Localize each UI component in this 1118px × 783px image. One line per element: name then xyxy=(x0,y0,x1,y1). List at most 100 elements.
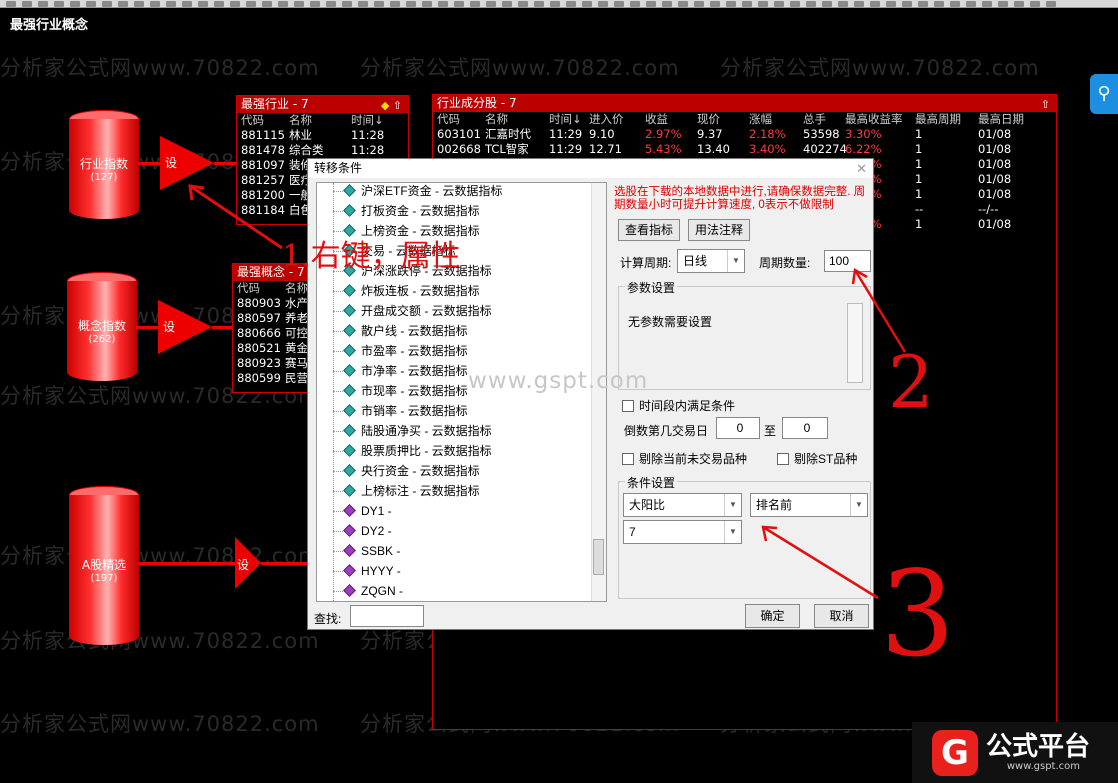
toolbar-icon[interactable] xyxy=(982,0,992,7)
toolbar-icon[interactable] xyxy=(54,0,64,7)
tree-item[interactable]: 央行资金 - 云数据指标 xyxy=(317,461,593,481)
toolbar-icon[interactable] xyxy=(614,0,624,7)
toolbar-icon[interactable] xyxy=(646,0,656,7)
toolbar-icon[interactable] xyxy=(470,0,480,7)
col-header[interactable]: 现价 xyxy=(697,112,720,127)
toolbar-icon[interactable] xyxy=(550,0,560,7)
col-header[interactable]: 最高日期 xyxy=(978,112,1024,127)
tree-item[interactable]: 上榜标注 - 云数据指标 xyxy=(317,481,593,501)
toolbar-icon[interactable] xyxy=(326,0,336,7)
toolbar-icon[interactable] xyxy=(294,0,304,7)
cancel-button[interactable]: 取消 xyxy=(814,604,869,628)
col-header[interactable]: 最高收益率 xyxy=(845,112,903,127)
panel-expand-icon[interactable]: ⇧ xyxy=(1041,96,1050,113)
toolbar-icon[interactable] xyxy=(934,0,944,7)
chevron-down-icon[interactable]: ▼ xyxy=(850,494,867,516)
toolbar-icon[interactable] xyxy=(118,0,128,7)
exclude-untraded-checkbox[interactable]: 剔除当前未交易品种 xyxy=(622,450,747,467)
toolbar-icon[interactable] xyxy=(102,0,112,7)
table-row[interactable]: 880599 民营 xyxy=(233,371,307,386)
toolbar-icon[interactable] xyxy=(406,0,416,7)
col-header[interactable]: 代码 xyxy=(241,113,264,128)
toolbar-icon[interactable] xyxy=(806,0,816,7)
node-a-share-selection[interactable]: A股精选 (197) xyxy=(69,486,139,645)
col-header[interactable]: 代码 xyxy=(237,281,260,296)
toolbar-icon[interactable] xyxy=(918,0,928,7)
col-header[interactable]: 总手 xyxy=(803,112,826,127)
toolbar-icon[interactable] xyxy=(342,0,352,7)
params-scrollbar[interactable] xyxy=(847,303,863,383)
toolbar-icon[interactable] xyxy=(966,0,976,7)
toolbar-icon[interactable] xyxy=(86,0,96,7)
concept-panel[interactable]: 最强概念 - 7 代码 名称 880903 水产 880597 养老 880666 可控 8… xyxy=(232,263,308,393)
table-row[interactable]: 880903 水产 xyxy=(233,296,307,311)
toolbar-icon[interactable] xyxy=(710,0,720,7)
ok-button[interactable]: 确定 xyxy=(745,604,800,628)
view-indicator-button[interactable]: 查看指标 xyxy=(618,219,680,241)
toolbar-icon[interactable] xyxy=(1046,0,1056,7)
toolbar-icon[interactable] xyxy=(694,0,704,7)
toolbar-icon[interactable] xyxy=(278,0,288,7)
toolbar-icon[interactable] xyxy=(630,0,640,7)
table-row[interactable]: 603101 汇嘉时代 11:29 9.10 2.97% 9.37 2.18% 53598 3.… xyxy=(433,127,1056,142)
toolbar-icon[interactable] xyxy=(374,0,384,7)
condition-field-select[interactable]: 大阳比 ▼ xyxy=(623,493,742,517)
col-header[interactable]: 涨幅 xyxy=(749,112,772,127)
tree-item[interactable]: SSBK - xyxy=(317,541,593,561)
tree-item[interactable]: 股票质押比 - 云数据指标 xyxy=(317,441,593,461)
chevron-down-icon[interactable]: ▼ xyxy=(724,494,741,516)
tree-item[interactable]: 陆股通净买 - 云数据指标 xyxy=(317,421,593,441)
toolbar-icon[interactable] xyxy=(790,0,800,7)
toolbar-icon[interactable] xyxy=(1014,0,1024,7)
toolbar-icon[interactable] xyxy=(902,0,912,7)
table-row[interactable]: 880597 养老 xyxy=(233,311,307,326)
col-header[interactable]: 收益 xyxy=(645,112,668,127)
chevron-down-icon[interactable]: ▼ xyxy=(727,250,744,272)
tree-item[interactable]: 沪深ETF资金 - 云数据指标 xyxy=(317,183,593,201)
toolbar-icon[interactable] xyxy=(582,0,592,7)
node-industry-index[interactable]: 行业指数 (127) xyxy=(69,110,139,219)
from-day-input[interactable]: 0 xyxy=(716,417,760,439)
node-concept-index[interactable]: 概念指数 (262) xyxy=(67,272,137,381)
toolbar-icon[interactable] xyxy=(726,0,736,7)
transfer-condition-dialog[interactable]: 转移条件 ✕ 沪深ETF资金 - 云数据指标 打板资金 - 云数据指标 上榜资金 - … xyxy=(307,158,874,630)
toolbar-icon[interactable] xyxy=(758,0,768,7)
toolbar-icon[interactable] xyxy=(214,0,224,7)
tree-item[interactable]: 炸板连板 - 云数据指标 xyxy=(317,281,593,301)
col-header[interactable]: 名称 xyxy=(289,113,312,128)
col-header[interactable]: 时间↓ xyxy=(549,112,582,127)
toolbar-icon[interactable] xyxy=(502,0,512,7)
time-range-checkbox[interactable]: 时间段内满足条件 xyxy=(622,397,735,414)
toolbar-icon[interactable] xyxy=(134,0,144,7)
toolbar-icon[interactable] xyxy=(182,0,192,7)
table-row[interactable]: 002668 TCL智家 11:29 12.71 5.43% 13.40 3.40% 4022… xyxy=(433,142,1056,157)
toolbar-icon[interactable] xyxy=(838,0,848,7)
col-header[interactable]: 时间↓ xyxy=(351,113,384,128)
tree-item[interactable]: 打板资金 - 云数据指标 xyxy=(317,201,593,221)
table-row[interactable]: 880666 可控 xyxy=(233,326,307,341)
panel-settings-icon[interactable]: ◆ ⇧ xyxy=(381,97,402,114)
condition-value-select[interactable]: 7 ▼ xyxy=(623,520,742,544)
col-header[interactable]: 名称 xyxy=(485,112,508,127)
toolbar-icon[interactable] xyxy=(870,0,880,7)
table-row[interactable]: 881478 综合类 11:28 xyxy=(237,143,408,158)
toolbar-icon[interactable] xyxy=(198,0,208,7)
toolbar-icon[interactable] xyxy=(854,0,864,7)
toolbar-icon[interactable] xyxy=(6,0,16,7)
side-tool-icon[interactable]: ⚲ xyxy=(1090,74,1118,114)
chevron-down-icon[interactable]: ▼ xyxy=(724,521,741,543)
col-header[interactable]: 最高周期 xyxy=(915,112,961,127)
toolbar-icon[interactable] xyxy=(1030,0,1040,7)
toolbar-icon[interactable] xyxy=(70,0,80,7)
toolbar-icon[interactable] xyxy=(358,0,368,7)
toolbar-icon[interactable] xyxy=(38,0,48,7)
table-row[interactable]: 881115 林业 11:28 xyxy=(237,128,408,143)
col-header[interactable]: 名称 xyxy=(285,281,307,296)
tree-item[interactable]: ZQGN - xyxy=(317,581,593,601)
toolbar-icon[interactable] xyxy=(742,0,752,7)
toolbar-icon[interactable] xyxy=(774,0,784,7)
toolbar-icon[interactable] xyxy=(310,0,320,7)
col-header[interactable]: 代码 xyxy=(437,112,460,127)
toolbar-icon[interactable] xyxy=(566,0,576,7)
tree-item[interactable]: 散户线 - 云数据指标 xyxy=(317,321,593,341)
